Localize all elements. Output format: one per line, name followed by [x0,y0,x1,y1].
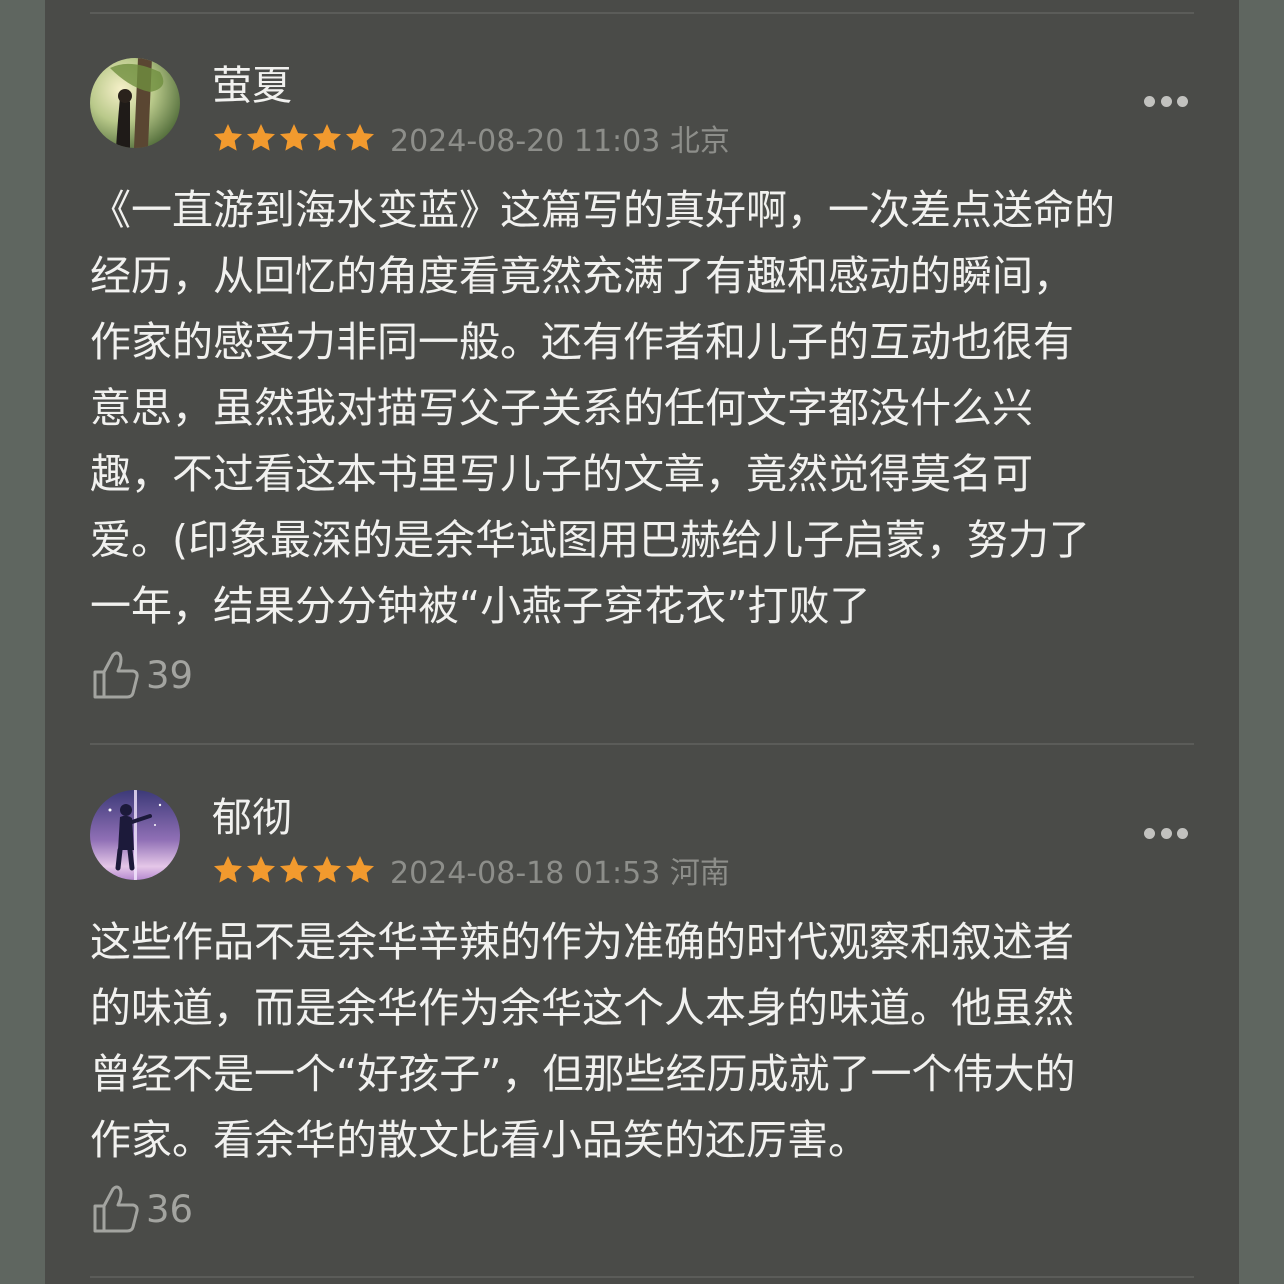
thumbs-up-icon [93,651,139,699]
star-icon [280,856,308,883]
dot-icon [1177,827,1188,839]
star-icon [346,856,374,883]
review-text: 《一直游到海水变蓝》这篇写的真好啊，一次差点送命的 经历，从回忆的角度看竟然充满… [90,177,1194,639]
review-text-line: 这些作品不是余华辛辣的作为准确的时代观察和叙述者 [90,918,1074,966]
like-count: 39 [146,653,194,697]
review-date-location: 2024-08-18 01:53 河南 [390,856,730,891]
dot-icon [1160,95,1172,107]
review-meta: 2024-08-20 11:03 北京 [212,120,730,159]
star-rating [212,854,376,886]
thumbs-up-icon [93,1185,139,1233]
dot-icon [1160,827,1172,839]
star-icon [313,856,341,883]
more-options-button[interactable] [1144,827,1188,839]
review-text-line: 《一直游到海水变蓝》这篇写的真好啊，一次差点送命的 [90,186,1115,234]
star-icon [214,124,242,151]
username[interactable]: 郁彻 [212,794,292,842]
avatar-tree-portrait-icon [90,58,180,148]
like-count: 36 [146,1187,194,1231]
username[interactable]: 萤夏 [212,62,292,110]
review-text-line: 趣，不过看这本书里写儿子的文章，竟然觉得莫名可 [90,450,1033,498]
divider [90,1276,1194,1278]
user-avatar[interactable] [90,58,180,148]
star-icon [247,124,275,151]
review-text-line: 一年，结果分分钟被“小燕子穿花衣”打败了 [90,582,871,630]
divider [90,743,1194,745]
review-text-line: 曾经不是一个“好孩子”，但那些经历成就了一个伟大的 [90,1050,1076,1098]
star-icon [280,124,308,151]
review-text-line: 作家。看余华的散文比看小品笑的还厉害。 [90,1116,869,1164]
review-date-location: 2024-08-20 11:03 北京 [390,124,730,159]
review-text-line: 意思，虽然我对描写父子关系的任何文字都没什么兴 [90,384,1033,432]
star-rating [212,122,376,154]
review-text-line: 的味道，而是余华作为余华这个人本身的味道。他虽然 [90,984,1074,1032]
star-icon [313,124,341,151]
star-icon [247,856,275,883]
user-avatar[interactable] [90,790,180,880]
like-button[interactable]: 39 [92,650,193,700]
dot-icon [1144,95,1155,107]
divider [90,12,1194,14]
like-button[interactable]: 36 [92,1184,193,1234]
more-options-button[interactable] [1144,95,1188,107]
review-text: 这些作品不是余华辛辣的作为准确的时代观察和叙述者 的味道，而是余华作为余华这个人… [90,909,1194,1173]
review-meta: 2024-08-18 01:53 河南 [212,852,730,891]
star-icon [214,856,242,883]
star-icon [346,124,374,151]
review-text-line: 作家的感受力非同一般。还有作者和儿子的互动也很有 [90,318,1074,366]
dot-icon [1177,95,1188,107]
review-text-line: 爱。(印象最深的是余华试图用巴赫给儿子启蒙，努力了 [90,516,1090,564]
review-text-line: 经历，从回忆的角度看竟然充满了有趣和感动的瞬间， [90,252,1074,300]
avatar-starry-figure-icon [90,790,180,880]
dot-icon [1144,827,1155,839]
